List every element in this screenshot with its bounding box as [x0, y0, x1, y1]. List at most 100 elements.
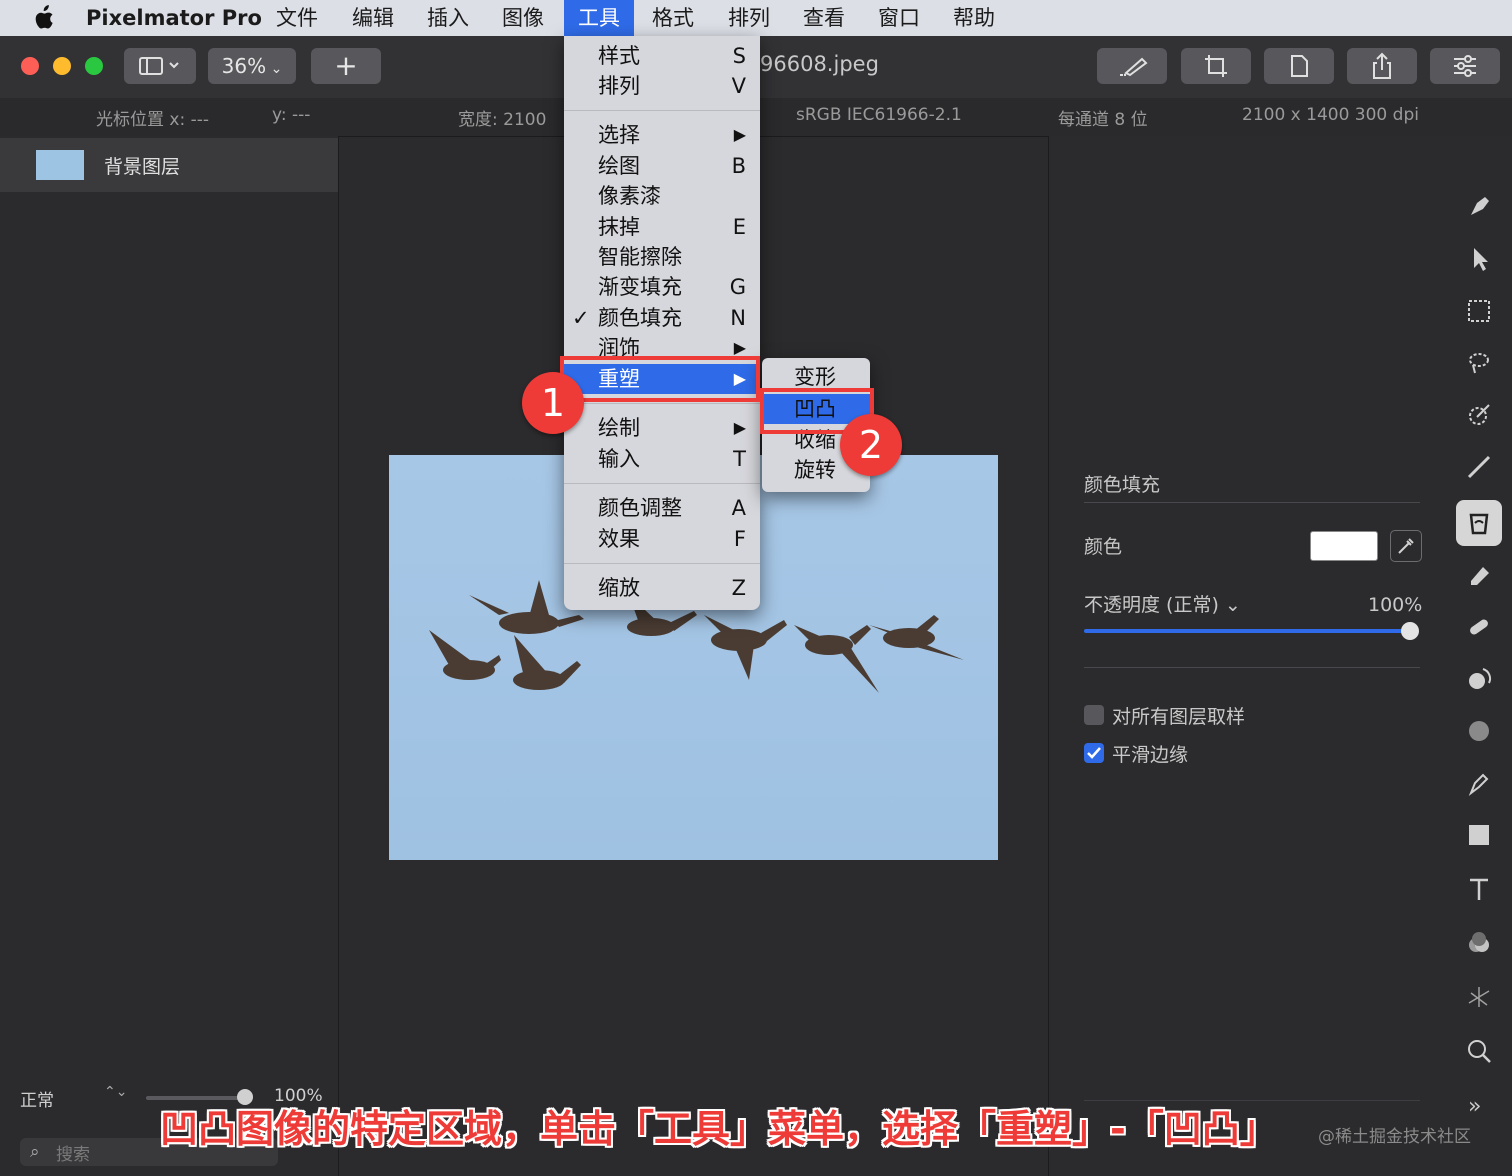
brush-icon: [1120, 57, 1148, 77]
sidebar-icon: [139, 57, 179, 75]
step-badge-2: 2: [840, 414, 902, 476]
menu-help[interactable]: 帮助: [953, 0, 995, 36]
menu-edit[interactable]: 编辑: [352, 0, 394, 36]
opacity-slider-knob[interactable]: [1401, 622, 1419, 640]
menu-separator: [564, 563, 760, 564]
updown-chevron-icon[interactable]: ⌃⌄: [104, 1084, 127, 1100]
cursor-y-readout: y: ---: [272, 105, 311, 125]
menu-item-smart-erase[interactable]: 智能擦除: [564, 242, 760, 272]
zoom-window-button[interactable]: [85, 57, 103, 75]
menu-item-type[interactable]: 输入 T: [564, 444, 760, 474]
search-icon: ⌕: [30, 1142, 40, 1162]
adjustments-button[interactable]: [1430, 48, 1500, 84]
clone-tool-icon[interactable]: [1456, 656, 1502, 702]
add-button[interactable]: +: [311, 48, 381, 84]
menu-tools[interactable]: 工具: [564, 0, 634, 36]
crop-button[interactable]: [1181, 48, 1251, 84]
type-tool-icon[interactable]: [1456, 866, 1502, 912]
smooth-edges-checkbox[interactable]: [1084, 743, 1104, 763]
share-button[interactable]: [1347, 48, 1417, 84]
menu-format[interactable]: 格式: [652, 0, 694, 36]
color-swatch[interactable]: [1310, 531, 1378, 561]
blend-mode-select[interactable]: 正常: [20, 1086, 54, 1111]
color-label: 颜色: [1084, 536, 1123, 558]
divider: [1084, 667, 1420, 668]
menu-view[interactable]: 查看: [803, 0, 845, 36]
menu-item-color-fill[interactable]: ✓ 颜色填充 N: [564, 303, 760, 333]
watermark: @稀土掘金技术社区: [1318, 1127, 1471, 1147]
color-profile-readout: sRGB IEC61966-2.1: [796, 105, 962, 125]
inspector-panel: [1048, 136, 1512, 1176]
cursor-x-readout: 光标位置 x: ---: [96, 110, 209, 130]
step-badge-1: 1: [522, 372, 584, 434]
pen-tool-icon[interactable]: [1456, 760, 1502, 806]
menu-bar: Pixelmator Pro 文件 编辑 插入 图像 工具 格式 排列 查看 窗…: [0, 0, 1512, 36]
menu-item-erase[interactable]: 抹掉 E: [564, 212, 760, 242]
color-adjust-tool-icon[interactable]: [1456, 920, 1502, 966]
apple-icon[interactable]: [32, 5, 54, 31]
sidebar-toggle-button[interactable]: [124, 48, 196, 84]
menu-item-style[interactable]: 样式 S: [564, 41, 760, 71]
layer-name: 背景图层: [104, 156, 181, 178]
effects-tool-icon[interactable]: [1456, 974, 1502, 1020]
menu-image[interactable]: 图像: [502, 0, 544, 36]
more-tools-button[interactable]: »: [1468, 1094, 1481, 1119]
repair-tool-icon[interactable]: [1456, 604, 1502, 650]
highlight-reshape: [560, 356, 760, 402]
menu-insert[interactable]: 插入: [427, 0, 469, 36]
menu-item-gradient-fill[interactable]: 渐变填充 G: [564, 272, 760, 302]
layers-sidebar: [0, 136, 339, 1176]
eyedropper-button[interactable]: [1390, 530, 1422, 562]
document-button[interactable]: [1264, 48, 1334, 84]
menu-separator: [564, 403, 760, 404]
menu-item-pixel-paint[interactable]: 像素漆: [564, 181, 760, 211]
arrange-tool-icon[interactable]: [1456, 236, 1502, 282]
menu-item-color-adjustments[interactable]: 颜色调整 A: [564, 493, 760, 523]
document-icon: [1291, 55, 1308, 77]
menu-item-paint[interactable]: 绘图 B: [564, 151, 760, 181]
menu-file[interactable]: 文件: [276, 0, 318, 36]
menu-item-select[interactable]: 选择 ▶: [564, 120, 760, 150]
menu-separator: [564, 110, 760, 111]
inspector-title: 颜色填充: [1084, 474, 1161, 496]
sample-all-layers-label: 对所有图层取样: [1112, 706, 1246, 728]
layer-thumbnail: [36, 150, 84, 180]
menu-item-draw[interactable]: 绘制 ▶: [564, 413, 760, 443]
plus-icon: +: [334, 49, 358, 82]
opacity-value: 100%: [1368, 594, 1423, 616]
menu-app-name[interactable]: Pixelmator Pro: [86, 0, 262, 36]
bit-depth-readout: 每通道 8 位: [1058, 110, 1148, 130]
layer-search-placeholder: 搜索: [56, 1145, 90, 1165]
style-tool-icon[interactable]: [1456, 184, 1502, 230]
menu-item-effects[interactable]: 效果 F: [564, 524, 760, 554]
document-title: 96608.jpeg: [760, 52, 879, 76]
sliders-icon: [1454, 55, 1476, 77]
shape-tool-icon[interactable]: [1456, 812, 1502, 858]
menu-window[interactable]: 窗口: [878, 0, 920, 36]
chevron-down-icon: ⌄: [266, 61, 283, 77]
menu-arrange[interactable]: 排列: [728, 0, 770, 36]
lasso-tool-icon[interactable]: [1456, 340, 1502, 386]
selection-tool-icon[interactable]: [1456, 288, 1502, 334]
paint-tool-icon[interactable]: [1456, 444, 1502, 490]
menu-item-arrange[interactable]: 排列 V: [564, 71, 760, 101]
tools-toggle-button[interactable]: [1097, 48, 1167, 84]
erase-tool-icon[interactable]: [1456, 552, 1502, 598]
checkmark-icon: [1087, 747, 1101, 759]
menu-item-zoom[interactable]: 缩放 Z: [564, 573, 760, 603]
width-readout: 宽度: 2100: [458, 110, 547, 130]
opacity-label[interactable]: 不透明度 (正常) ⌄: [1084, 590, 1241, 617]
opacity-slider[interactable]: [1084, 629, 1410, 633]
eyedropper-icon: [1398, 538, 1414, 554]
minimize-window-button[interactable]: [53, 57, 71, 75]
zoom-dropdown[interactable]: 36% ⌄: [208, 48, 296, 84]
zoom-value: 36%: [221, 54, 267, 78]
crop-icon: [1205, 55, 1227, 77]
tutorial-caption: 凹凸图像的特定区域，单击「工具」菜单，选择「重塑」-「凹凸」: [160, 1107, 1278, 1151]
zoom-tool-icon[interactable]: [1456, 1028, 1502, 1074]
sample-all-layers-checkbox[interactable]: [1084, 705, 1104, 725]
blur-tool-icon[interactable]: [1456, 708, 1502, 754]
color-fill-tool-icon[interactable]: [1456, 500, 1502, 546]
magic-wand-tool-icon[interactable]: [1456, 392, 1502, 438]
close-window-button[interactable]: [21, 57, 39, 75]
